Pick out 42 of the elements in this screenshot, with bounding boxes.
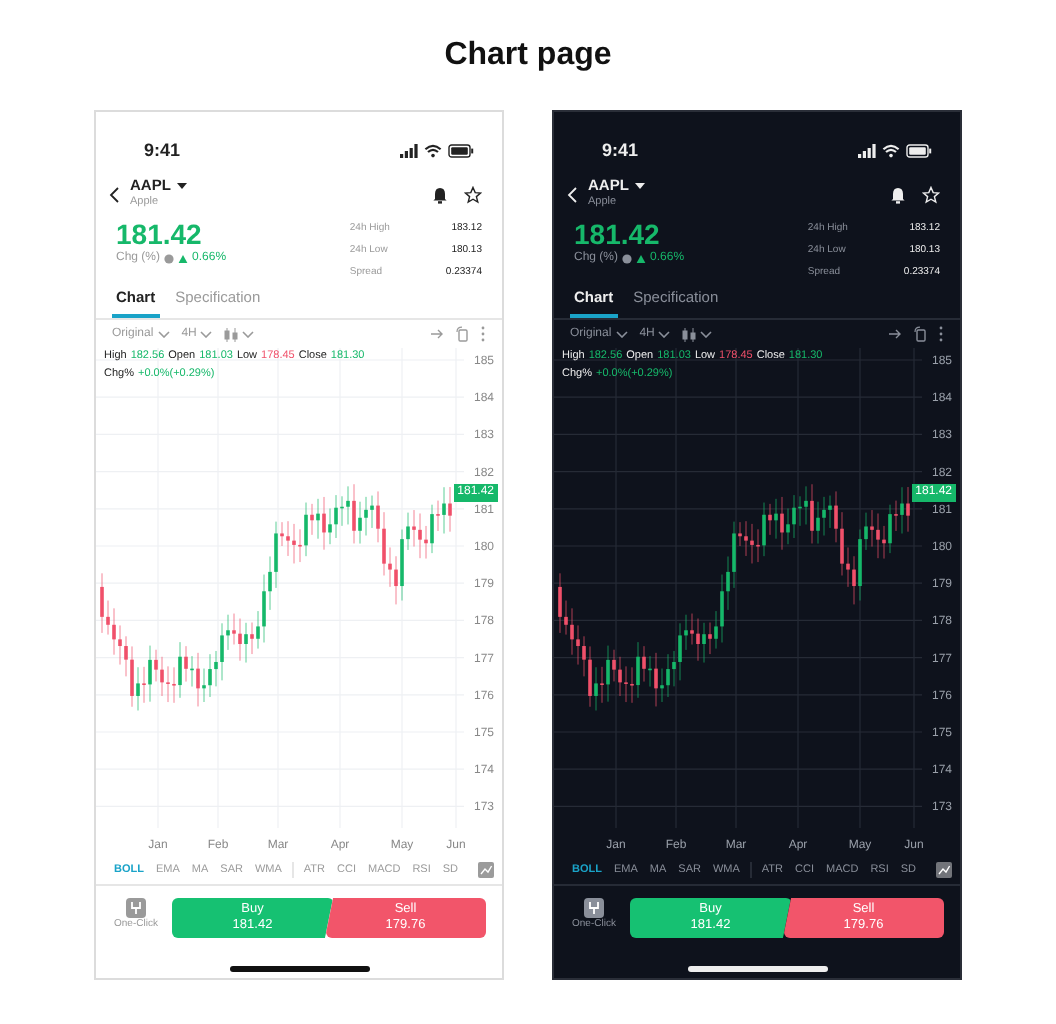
- caret-icon[interactable]: [176, 181, 189, 190]
- chart-settings-icon[interactable]: [936, 862, 952, 878]
- caret-icon: [658, 330, 671, 338]
- more-icon[interactable]: [938, 326, 944, 342]
- arrow-right-icon[interactable]: [430, 328, 444, 340]
- wifi-icon: [882, 144, 900, 158]
- price-value: 181.42: [574, 220, 662, 251]
- up-triangle-icon: [178, 254, 189, 265]
- caret-icon: [700, 330, 713, 338]
- signal-icon: [858, 144, 876, 158]
- bell-icon[interactable]: [432, 185, 448, 203]
- price-value: 181.42: [116, 220, 204, 251]
- home-indicator: [687, 966, 827, 972]
- one-click-icon[interactable]: [584, 898, 604, 918]
- phone-rotate-icon[interactable]: [914, 326, 926, 342]
- battery-icon: [448, 144, 474, 158]
- more-icon[interactable]: [480, 326, 486, 342]
- status-time: 9:41: [144, 137, 181, 164]
- bell-icon[interactable]: [890, 185, 906, 203]
- back-icon[interactable]: [108, 185, 122, 203]
- info-icon: [164, 254, 175, 265]
- candles-icon: [682, 327, 697, 341]
- phone-rotate-icon[interactable]: [456, 326, 468, 342]
- signal-icon: [400, 144, 418, 158]
- caret-icon: [615, 330, 628, 338]
- candles-icon: [224, 327, 239, 341]
- page-title: Chart page: [442, 36, 614, 76]
- arrow-right-icon[interactable]: [888, 328, 902, 340]
- candle-style-dropdown[interactable]: [224, 327, 255, 341]
- home-indicator: [229, 966, 369, 972]
- candle-style-dropdown[interactable]: [682, 327, 713, 341]
- battery-icon: [906, 144, 932, 158]
- info-icon: [622, 254, 633, 265]
- chart-settings-icon[interactable]: [478, 862, 494, 878]
- caret-icon[interactable]: [634, 181, 647, 190]
- caret-icon: [242, 330, 255, 338]
- star-icon[interactable]: [464, 185, 482, 203]
- caret-icon: [157, 330, 170, 338]
- wifi-icon: [424, 144, 442, 158]
- up-triangle-icon: [636, 254, 647, 265]
- status-time: 9:41: [602, 137, 639, 164]
- caret-icon: [200, 330, 213, 338]
